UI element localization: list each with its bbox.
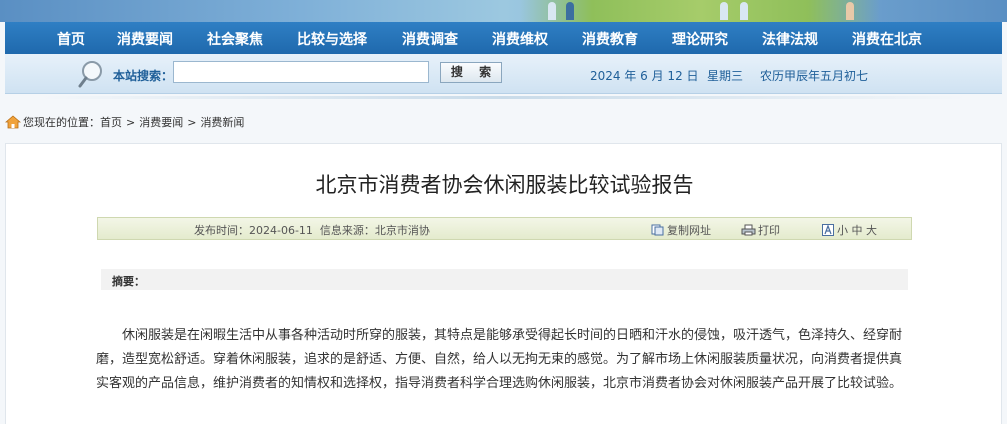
header-divider [40,96,967,99]
search-input[interactable] [173,61,429,83]
nav-item-consumer-education[interactable]: 消费教育 [582,29,638,49]
breadcrumb: 您现在的位置： 首页 > 消费要闻 > 消费新闻 [5,114,244,130]
nav-item-compare-choose[interactable]: 比较与选择 [297,29,367,49]
breadcrumb-news[interactable]: 消费新闻 [200,114,244,130]
font-size-icon [822,224,834,236]
magnifier-icon [78,61,102,88]
summary-label: 摘要： [112,275,145,288]
nav-item-consumer-news[interactable]: 消费要闻 [117,29,173,49]
breadcrumb-home[interactable]: 首页 [100,114,122,130]
banner-figure-decoration [548,2,556,20]
search-bar: 本站搜索： 搜 索 2024 年 6 月 12 日 星期三 农历甲辰年五月初七 [5,54,1002,94]
breadcrumb-consumer-news[interactable]: 消费要闻 [139,114,183,130]
date-lunar: 农历甲辰年五月初七 [760,69,869,83]
font-size-switcher[interactable]: 小 中 大 [822,222,877,238]
banner-figure-decoration [740,2,748,20]
date-weekday: 星期三 [707,69,744,83]
article-panel: 北京市消费者协会休闲服装比较试验报告 发布时间：2024-06-11 信息来源：… [5,143,1002,424]
copy-icon [651,224,664,236]
article-body: 休闲服装是在闲暇生活中从事各种活动时所穿的服装，其特点是能够承受得起长时间的日晒… [96,328,903,391]
article-meta: 发布时间：2024-06-11 信息来源：北京市消协 [194,224,430,237]
copy-url-label: 复制网址 [667,224,711,237]
summary-bar: 摘要： [101,269,908,290]
main-nav: 首页 消费要闻 社会聚焦 比较与选择 消费调查 消费维权 消费教育 理论研究 法… [5,22,1002,54]
article-title: 北京市消费者协会休闲服装比较试验报告 [315,173,694,197]
nav-item-consume-in-beijing[interactable]: 消费在北京 [852,29,922,49]
date-gregorian: 2024 年 6 月 12 日 [590,69,699,83]
nav-item-consumer-survey[interactable]: 消费调查 [402,29,458,49]
font-size-label: 小 中 大 [837,224,877,237]
nav-item-consumer-rights[interactable]: 消费维权 [492,29,548,49]
breadcrumb-prefix: 您现在的位置： [23,116,100,129]
nav-item-home[interactable]: 首页 [57,29,85,49]
print-button[interactable]: 打印 [741,222,780,238]
nav-item-social-focus[interactable]: 社会聚焦 [207,29,263,49]
printer-icon [741,224,756,236]
banner-grass-decoration [520,0,880,22]
banner-figure-decoration [566,2,574,20]
breadcrumb-separator: > [126,115,136,129]
breadcrumb-separator: > [187,115,197,129]
search-label: 本站搜索： [113,69,174,83]
header-banner [0,0,1007,22]
copy-url-button[interactable]: 复制网址 [651,222,711,238]
article-info-bar: 发布时间：2024-06-11 信息来源：北京市消协 复制网址 打印 小 中 大 [97,217,912,240]
print-label: 打印 [758,224,780,237]
nav-item-theory-research[interactable]: 理论研究 [672,29,728,49]
nav-item-laws[interactable]: 法律法规 [762,29,818,49]
search-button[interactable]: 搜 索 [440,62,502,83]
home-icon [5,115,21,129]
banner-figure-decoration [720,2,728,20]
banner-figure-decoration [846,2,854,20]
